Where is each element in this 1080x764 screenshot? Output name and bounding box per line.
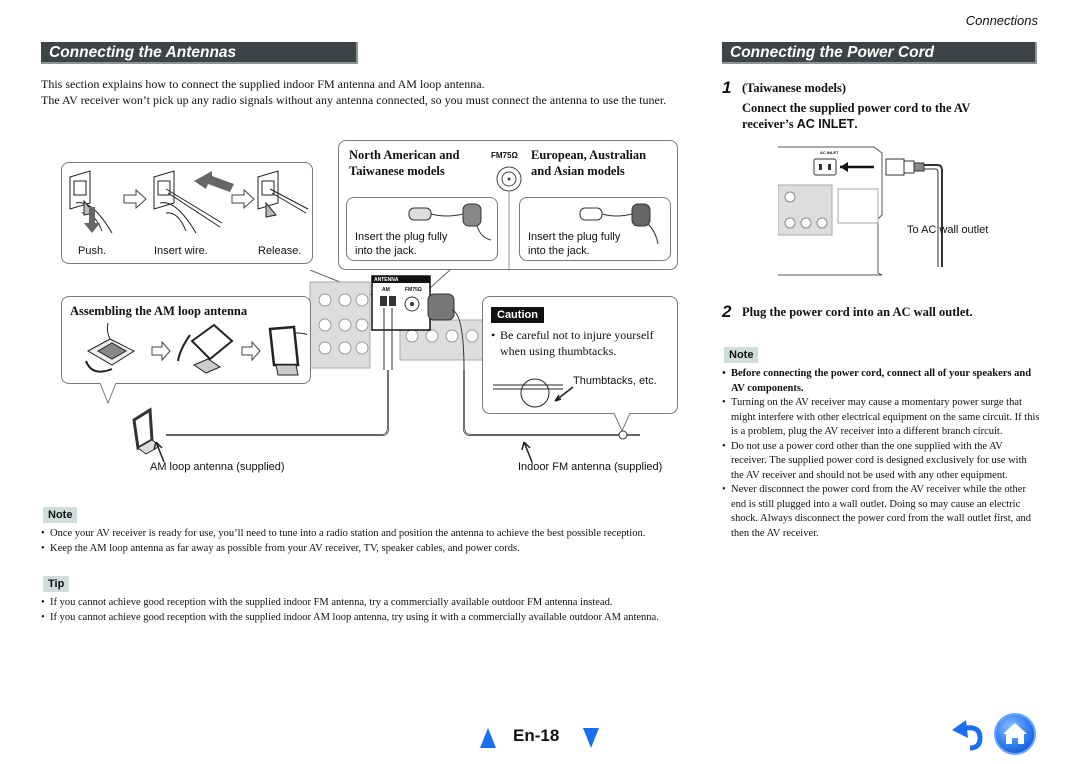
am-callout-pointer xyxy=(99,383,117,405)
fm-jack-label: FM75Ω xyxy=(491,151,518,160)
panel-antenna-label: ANTENNA xyxy=(374,277,399,283)
am-terminal-callout: Push. Insert wire. Release. xyxy=(61,162,313,264)
antennas-tip-tag: Tip xyxy=(43,576,70,592)
power-note-item: Do not use a power cord other than the o… xyxy=(722,440,1040,484)
tip-item: If you cannot achieve good reception wit… xyxy=(41,596,701,611)
next-arrow-icon xyxy=(123,188,147,210)
power-note-tag: Note xyxy=(724,347,759,363)
ac-inlet-term: AC INLET xyxy=(796,117,855,131)
terminal-release-icon xyxy=(257,170,309,218)
caution-tag: Caution xyxy=(491,307,544,323)
na-instruction: Insert the plug fully into the jack. xyxy=(355,231,448,257)
step-1-number: 1 xyxy=(722,78,732,97)
eu-instruction: Insert the plug fully into the jack. xyxy=(528,231,621,257)
power-plug-icon xyxy=(885,158,943,267)
step-release-label: Release. xyxy=(258,245,302,257)
intro-line-2: The AV receiver won’t pick up any radio … xyxy=(41,93,667,107)
next-arrow-icon-2 xyxy=(231,188,255,210)
eu-instruction-box: Insert the plug fully into the jack. xyxy=(519,197,671,261)
tip-item: If you cannot achieve good reception wit… xyxy=(41,611,701,626)
antennas-tip-list: If you cannot achieve good reception wit… xyxy=(41,596,701,625)
receiver-rear-panel xyxy=(309,270,490,370)
fm-pointer-arrow-icon xyxy=(521,441,533,463)
intro-line-1: This section explains how to connect the… xyxy=(41,77,485,91)
antennas-note-tag: Note xyxy=(43,507,78,523)
step-push-label: Push. xyxy=(78,245,107,257)
previous-page-button[interactable] xyxy=(478,726,498,750)
am-assembly-title: Assembling the AM loop antenna xyxy=(70,304,248,318)
ac-inlet-socket-icon xyxy=(813,158,837,176)
am-loop-assembled-icon xyxy=(268,325,307,376)
step-1-text: Connect the supplied power cord to the A… xyxy=(742,101,971,131)
page-number: En-18 xyxy=(513,726,560,745)
panel-fm-label: FM75Ω xyxy=(405,287,422,293)
caution-list: Be careful not to injure yourself when u… xyxy=(491,327,675,359)
power-note-list: Before connecting the power cord, connec… xyxy=(722,367,1040,541)
ac-inlet-label: AC INLET xyxy=(820,150,839,155)
step-2-text: Plug the power cord into an AC wall outl… xyxy=(742,305,973,319)
am-terminal-illustration xyxy=(69,170,309,234)
antennas-note-list: Once your AV receiver is ready for use, … xyxy=(41,527,701,556)
antenna-wires xyxy=(132,370,640,463)
running-head: Connections xyxy=(965,13,1038,28)
return-arrow-icon xyxy=(952,720,983,751)
outlet-label: To AC wall outlet xyxy=(907,224,989,236)
fm-models-callout: North American and Taiwanese models Euro… xyxy=(338,140,678,271)
triangle-down-icon xyxy=(583,728,599,748)
na-instruction-box: Insert the plug fully into the jack. xyxy=(346,197,498,261)
insert-arrow-icon xyxy=(194,171,234,192)
next-page-button[interactable] xyxy=(581,726,601,750)
ac-inlet-illustration xyxy=(778,146,943,276)
power-note-item: Turning on the AV receiver may cause a m… xyxy=(722,396,1040,440)
step-insert-label: Insert wire. xyxy=(154,245,208,257)
back-button[interactable] xyxy=(950,718,986,752)
power-note-item: Before connecting the power cord, connec… xyxy=(722,367,1040,396)
am-loop-unfold-icon xyxy=(177,323,234,374)
am-antenna-label: AM loop antenna (supplied) xyxy=(150,461,285,473)
step-2-number: 2 xyxy=(722,302,732,321)
am-loop-folded-icon xyxy=(85,322,136,373)
power-note-item: Never disconnect the power cord from the… xyxy=(722,483,1040,541)
caution-item: Be careful not to injure yourself when u… xyxy=(491,327,675,359)
next-arrow-icon-4 xyxy=(241,340,261,362)
panel-am-label: AM xyxy=(382,287,390,293)
next-arrow-icon-3 xyxy=(151,340,171,362)
fm-antenna-label: Indoor FM antenna (supplied) xyxy=(518,461,663,473)
am-loop-antenna-icon xyxy=(132,407,161,455)
section-title-antennas: Connecting the Antennas xyxy=(41,42,358,64)
section-title-power-cord: Connecting the Power Cord xyxy=(722,42,1037,64)
eu-models-title: European, Australian and Asian models xyxy=(531,148,647,178)
step-1-models: (Taiwanese models) xyxy=(742,81,847,95)
am-pointer-arrow-icon xyxy=(153,441,165,463)
note-item: Once your AV receiver is ready for use, … xyxy=(41,527,701,542)
triangle-up-icon xyxy=(480,728,496,748)
note-item: Keep the AM loop antenna as far away as … xyxy=(41,542,701,557)
home-button[interactable] xyxy=(993,712,1037,756)
antennas-intro: This section explains how to connect the… xyxy=(41,76,696,108)
na-models-title: North American and Taiwanese models xyxy=(349,148,460,178)
